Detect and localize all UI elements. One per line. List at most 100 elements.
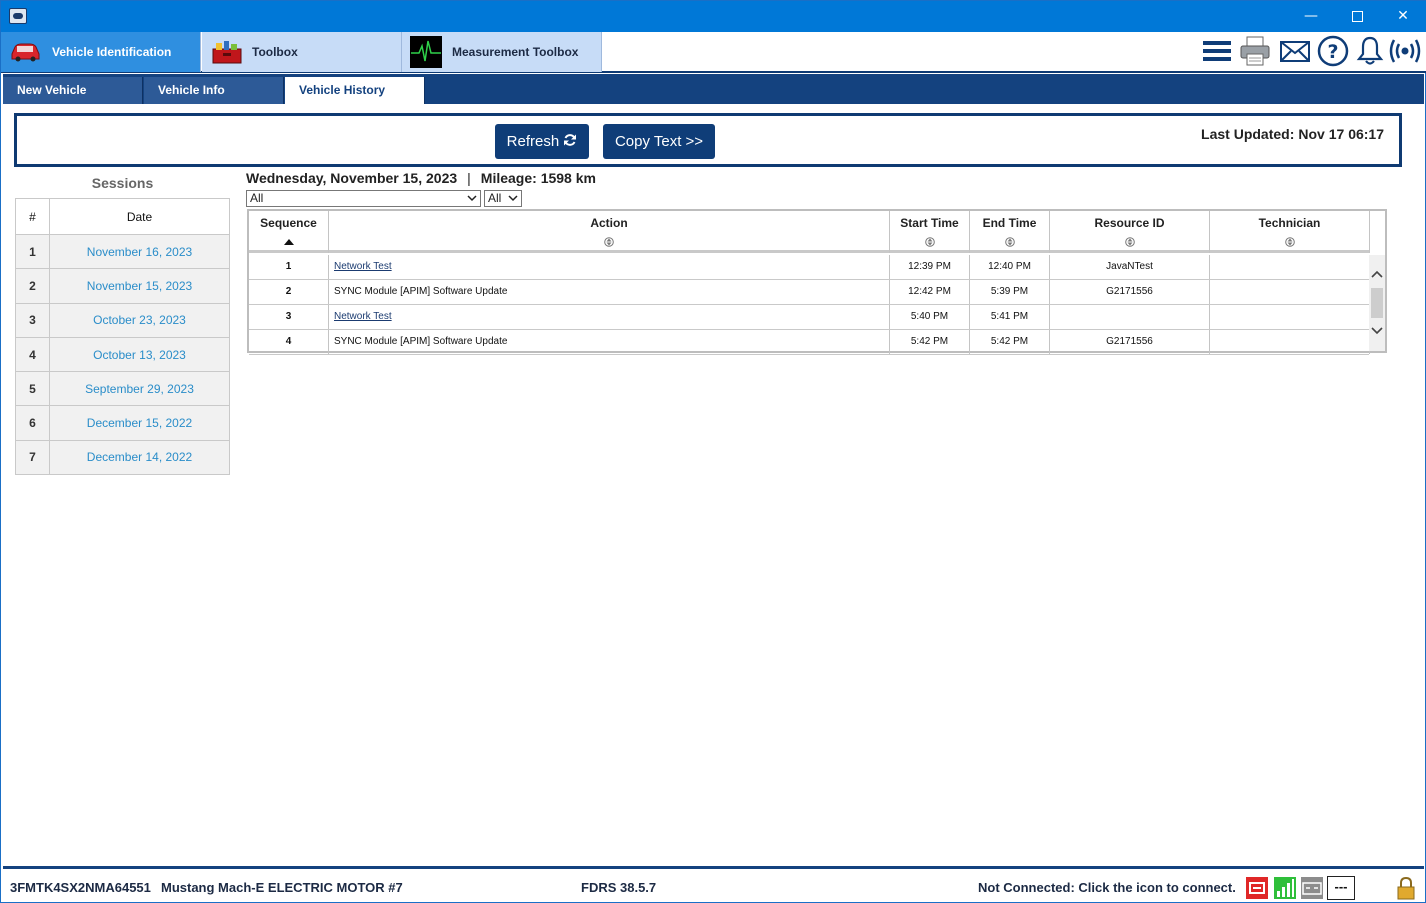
copy-text-button[interactable]: Copy Text >> <box>603 124 715 159</box>
col-action[interactable]: Action <box>329 211 890 253</box>
cell-end-time: 5:39 PM <box>970 280 1050 304</box>
col-sequence[interactable]: Sequence <box>249 211 329 253</box>
action-filter-value: All <box>250 191 264 205</box>
cell-end-time: 5:41 PM <box>970 305 1050 329</box>
minimize-button[interactable]: — <box>1288 1 1334 32</box>
tab-vehicle-history[interactable]: Vehicle History <box>285 77 425 104</box>
mail-icon[interactable] <box>1279 35 1311 67</box>
session-row[interactable]: 4 October 13, 2023 <box>15 336 230 373</box>
sort-icon[interactable] <box>924 237 935 247</box>
sub-tab-bar: New Vehicle Vehicle Info Vehicle History <box>3 74 1424 104</box>
session-date-link[interactable]: October 13, 2023 <box>49 336 230 373</box>
last-updated-label: Last Updated: <box>1201 126 1295 142</box>
action-link[interactable]: Network Test <box>334 261 392 272</box>
scroll-down-icon[interactable] <box>1371 326 1383 336</box>
maximize-icon <box>1351 10 1363 22</box>
scroll-up-icon[interactable] <box>1371 269 1383 279</box>
lock-icon[interactable] <box>1395 876 1417 900</box>
col-end-time-label: End Time <box>982 216 1037 230</box>
cell-technician <box>1210 280 1370 304</box>
app-logo-icon <box>9 8 27 24</box>
session-row[interactable]: 6 December 15, 2022 <box>15 405 230 441</box>
session-date-link[interactable]: November 16, 2023 <box>49 233 230 270</box>
secondary-filter-value: All <box>488 191 502 205</box>
history-toolbar: Refresh Copy Text >> Last Updated: Nov 17… <box>14 113 1402 167</box>
tab-vehicle-info[interactable]: Vehicle Info <box>144 77 284 104</box>
col-start-time[interactable]: Start Time <box>890 211 970 253</box>
session-date-link[interactable]: December 14, 2022 <box>49 439 230 476</box>
col-technician-label: Technician <box>1258 216 1321 230</box>
session-row[interactable]: 2 November 15, 2023 <box>15 268 230 304</box>
sort-ascending-icon[interactable] <box>283 237 294 247</box>
tab-toolbox[interactable]: Toolbox <box>202 32 402 72</box>
session-row[interactable]: 5 September 29, 2023 <box>15 371 230 407</box>
session-date-link[interactable]: November 15, 2023 <box>49 268 230 304</box>
col-start-time-label: Start Time <box>900 216 959 230</box>
header-separator: | <box>467 170 471 186</box>
tab-label: Measurement Toolbox <box>452 45 579 59</box>
last-updated: Last Updated: Nov 17 06:17 <box>1197 126 1384 142</box>
sort-icon[interactable] <box>604 237 614 247</box>
cell-action: SYNC Module [APIM] Software Update <box>329 280 890 304</box>
cell-start-time: 5:40 PM <box>890 305 970 329</box>
session-date-link[interactable]: October 23, 2023 <box>49 302 230 338</box>
wireless-icon[interactable] <box>1389 35 1421 67</box>
cell-sequence: 2 <box>249 280 329 304</box>
session-date-link[interactable]: December 15, 2022 <box>49 405 230 441</box>
chevron-down-icon <box>508 195 518 202</box>
col-end-time[interactable]: End Time <box>970 211 1050 253</box>
app-window: — ✕ Vehicle Identification Toolbox Measu… <box>0 0 1426 903</box>
menu-icon[interactable] <box>1201 35 1233 67</box>
main-tab-bar: Vehicle Identification Toolbox Measureme… <box>1 32 1426 73</box>
maximize-button[interactable] <box>1334 1 1380 32</box>
session-row[interactable]: 7 December 14, 2022 <box>15 439 230 476</box>
col-resource-id-label: Resource ID <box>1094 216 1165 230</box>
col-resource-id[interactable]: Resource ID <box>1050 211 1210 253</box>
history-scrollbar[interactable] <box>1369 255 1385 351</box>
cell-resource-id: G2171556 <box>1050 330 1210 354</box>
secondary-filter-select[interactable]: All <box>484 190 522 207</box>
help-icon[interactable]: ? <box>1317 35 1349 67</box>
cell-resource-id: JavaNTest <box>1050 255 1210 279</box>
cell-resource-id: G2171556 <box>1050 280 1210 304</box>
session-num: 4 <box>15 336 50 373</box>
vci-icon[interactable] <box>1245 876 1269 900</box>
sessions-table: # Date 1 November 16, 2023 2 November 15, … <box>15 198 230 476</box>
sessions-col-num: # <box>15 198 50 235</box>
car-icon <box>11 43 40 62</box>
action-link[interactable]: Network Test <box>334 311 392 322</box>
session-num: 7 <box>15 439 50 476</box>
session-row[interactable]: 1 November 16, 2023 <box>15 233 230 270</box>
sort-icon[interactable] <box>1004 237 1015 247</box>
vehicle-model: Mustang Mach-E ELECTRIC MOTOR #7 <box>161 880 403 895</box>
cell-start-time: 12:42 PM <box>890 280 970 304</box>
status-bar: 3FMTK4SX2NMA64551 Mustang Mach-E ELECTRI… <box>3 866 1424 902</box>
last-updated-value: Nov 17 06:17 <box>1298 126 1384 142</box>
tab-new-vehicle[interactable]: New Vehicle <box>3 77 143 104</box>
col-technician[interactable]: Technician <box>1210 211 1370 253</box>
refresh-button[interactable]: Refresh <box>495 124 589 159</box>
cell-action: Network Test <box>329 255 890 279</box>
cell-start-time: 5:42 PM <box>890 330 970 354</box>
tab-measurement-toolbox[interactable]: Measurement Toolbox <box>402 32 602 72</box>
history-header-row: Sequence Action Start Time End Time Reso… <box>249 211 1370 253</box>
tab-vehicle-identification[interactable]: Vehicle Identification <box>1 32 201 72</box>
sessions-col-date: Date <box>49 198 230 235</box>
cell-resource-id <box>1050 305 1210 329</box>
scroll-thumb[interactable] <box>1371 288 1383 318</box>
session-row[interactable]: 3 October 23, 2023 <box>15 302 230 338</box>
action-filter-select[interactable]: All <box>246 190 481 207</box>
session-date-link[interactable]: September 29, 2023 <box>49 371 230 407</box>
close-button[interactable]: ✕ <box>1380 1 1426 32</box>
sort-icon[interactable] <box>1284 237 1295 247</box>
session-num: 6 <box>15 405 50 441</box>
cell-action: Network Test <box>329 305 890 329</box>
sort-icon[interactable] <box>1124 237 1135 247</box>
col-sequence-label: Sequence <box>260 216 317 230</box>
session-num: 1 <box>15 233 50 270</box>
printer-icon[interactable] <box>1239 35 1271 67</box>
dashes-indicator: --- <box>1327 876 1355 900</box>
cell-sequence: 4 <box>249 330 329 354</box>
bell-icon[interactable] <box>1354 35 1386 67</box>
history-table: Sequence Action Start Time End Time Reso… <box>247 209 1387 355</box>
